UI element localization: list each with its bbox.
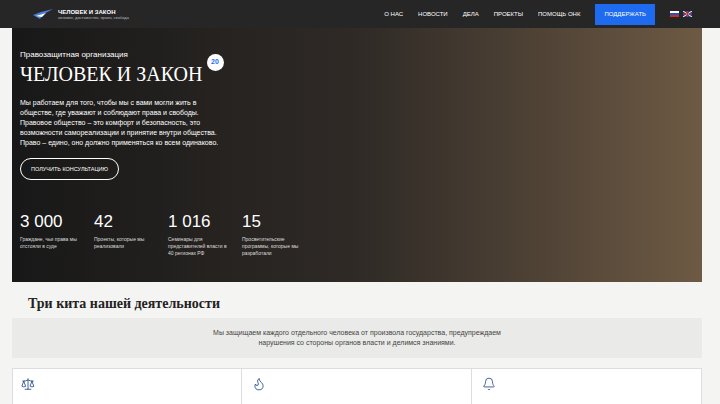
scales-icon <box>21 377 35 391</box>
logo[interactable]: ЧЕЛОВЕК И ЗАКОНчеловек, достоинство, пра… <box>32 7 129 21</box>
stat-value: 3 000 <box>20 212 90 232</box>
section-intro: Мы защищаем каждого отдельного человека … <box>207 328 507 348</box>
logo-icon <box>32 7 54 21</box>
anniversary-badge: 20 <box>207 54 224 71</box>
logo-title: ЧЕЛОВЕК И ЗАКОН <box>58 9 129 15</box>
stat: 1 016 Семинары для представителей власти … <box>168 212 238 257</box>
hero: Правозащитная организация ЧЕЛОВЕК И ЗАКОН… <box>12 28 702 282</box>
section-title: Три кита нашей деятельности <box>28 295 708 313</box>
stat-label: Проекты, которые мы реализовали <box>94 236 156 250</box>
stat-value: 15 <box>242 212 312 232</box>
en-flag-icon[interactable] <box>683 11 692 17</box>
torch-icon <box>252 377 266 391</box>
consultation-button[interactable]: ПОЛУЧИТЬ КОНСУЛЬТАЦИЮ <box>20 158 119 180</box>
main-nav: О НАС НОВОСТИ ДЕЛА ПРОЕКТЫ ПОМОЩЬ ОНК ПОДДЕРЖ… <box>384 4 692 25</box>
top-bar: ЧЕЛОВЕК И ЗАКОНчеловек, достоинство, пра… <box>0 0 720 28</box>
stat-label: Просветительские программы, которые мы р… <box>242 236 304 257</box>
nav-item[interactable]: НОВОСТИ <box>418 10 448 19</box>
stat-value: 42 <box>94 212 164 232</box>
nav-item[interactable]: ДЕЛА <box>463 10 479 19</box>
donate-button[interactable]: ПОДДЕРЖАТЬ <box>595 4 655 25</box>
card[interactable] <box>242 369 471 404</box>
stat-label: Граждане, чьи права мы отстояли в суде <box>20 236 82 250</box>
card[interactable] <box>13 369 242 404</box>
stat: 15 Просветительские программы, которые мы… <box>242 212 312 257</box>
activity-section: Три кита нашей деятельности Мы защищаем к… <box>0 282 720 404</box>
card[interactable] <box>472 369 701 404</box>
language-switch <box>670 11 692 17</box>
hero-text: Мы работаем для того, чтобы мы с вами мо… <box>20 98 230 148</box>
nav-item[interactable]: ПРОЕКТЫ <box>494 10 523 19</box>
bell-icon <box>482 377 496 391</box>
hero-title: ЧЕЛОВЕК И ЗАКОН <box>20 62 203 86</box>
intro-box: Мы защищаем каждого отдельного человека … <box>12 318 702 358</box>
stat: 3 000 Граждане, чьи права мы отстояли в с… <box>20 212 90 257</box>
ru-flag-icon[interactable] <box>670 11 679 17</box>
stats: 3 000 Граждане, чьи права мы отстояли в с… <box>20 212 702 257</box>
stat-label: Семинары для представителей власти в 40 … <box>168 236 230 257</box>
cards <box>12 368 702 404</box>
nav-item[interactable]: О НАС <box>384 10 403 19</box>
page: ЧЕЛОВЕК И ЗАКОНчеловек, достоинство, пра… <box>0 0 720 404</box>
stat-value: 1 016 <box>168 212 238 232</box>
logo-subtitle: человек, достоинство, право, свобода <box>58 16 129 20</box>
hero-kicker: Правозащитная организация <box>20 50 702 60</box>
nav-item[interactable]: ПОМОЩЬ ОНК <box>538 10 580 19</box>
stat: 42 Проекты, которые мы реализовали <box>94 212 164 257</box>
